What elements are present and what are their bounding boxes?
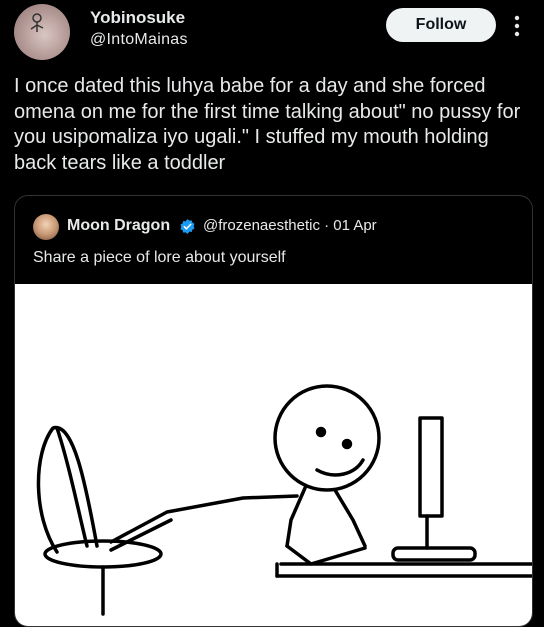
tweet-text: I once dated this luhya babe for a day a…	[14, 75, 521, 174]
tweet-header: Yobinosuke @IntoMainas Follow	[0, 0, 544, 64]
quoted-tweet-text: Share a piece of lore about yourself	[33, 249, 286, 266]
author-name[interactable]: Yobinosuke	[90, 8, 185, 28]
stick-figure-meme-drawing	[36, 384, 532, 616]
quoted-handle-date: @frozenaesthetic · 01 Apr	[203, 217, 377, 234]
author-avatar[interactable]	[14, 4, 70, 60]
quoted-tweet-card[interactable]: Moon Dragon @frozenaesthetic · 01 Apr Sh…	[14, 195, 533, 627]
quoted-image[interactable]	[15, 284, 532, 626]
verified-badge-icon	[180, 219, 195, 234]
more-vertical-icon[interactable]	[511, 14, 523, 38]
separator-dot: ·	[324, 217, 334, 234]
author-handle[interactable]: @IntoMainas	[90, 31, 188, 49]
quoted-date[interactable]: 01 Apr	[333, 217, 376, 234]
follow-button[interactable]: Follow	[386, 8, 496, 42]
quoted-author-handle[interactable]: @frozenaesthetic	[203, 217, 320, 234]
quoted-author-avatar[interactable]	[33, 214, 59, 240]
quoted-author-name[interactable]: Moon Dragon	[67, 217, 170, 235]
